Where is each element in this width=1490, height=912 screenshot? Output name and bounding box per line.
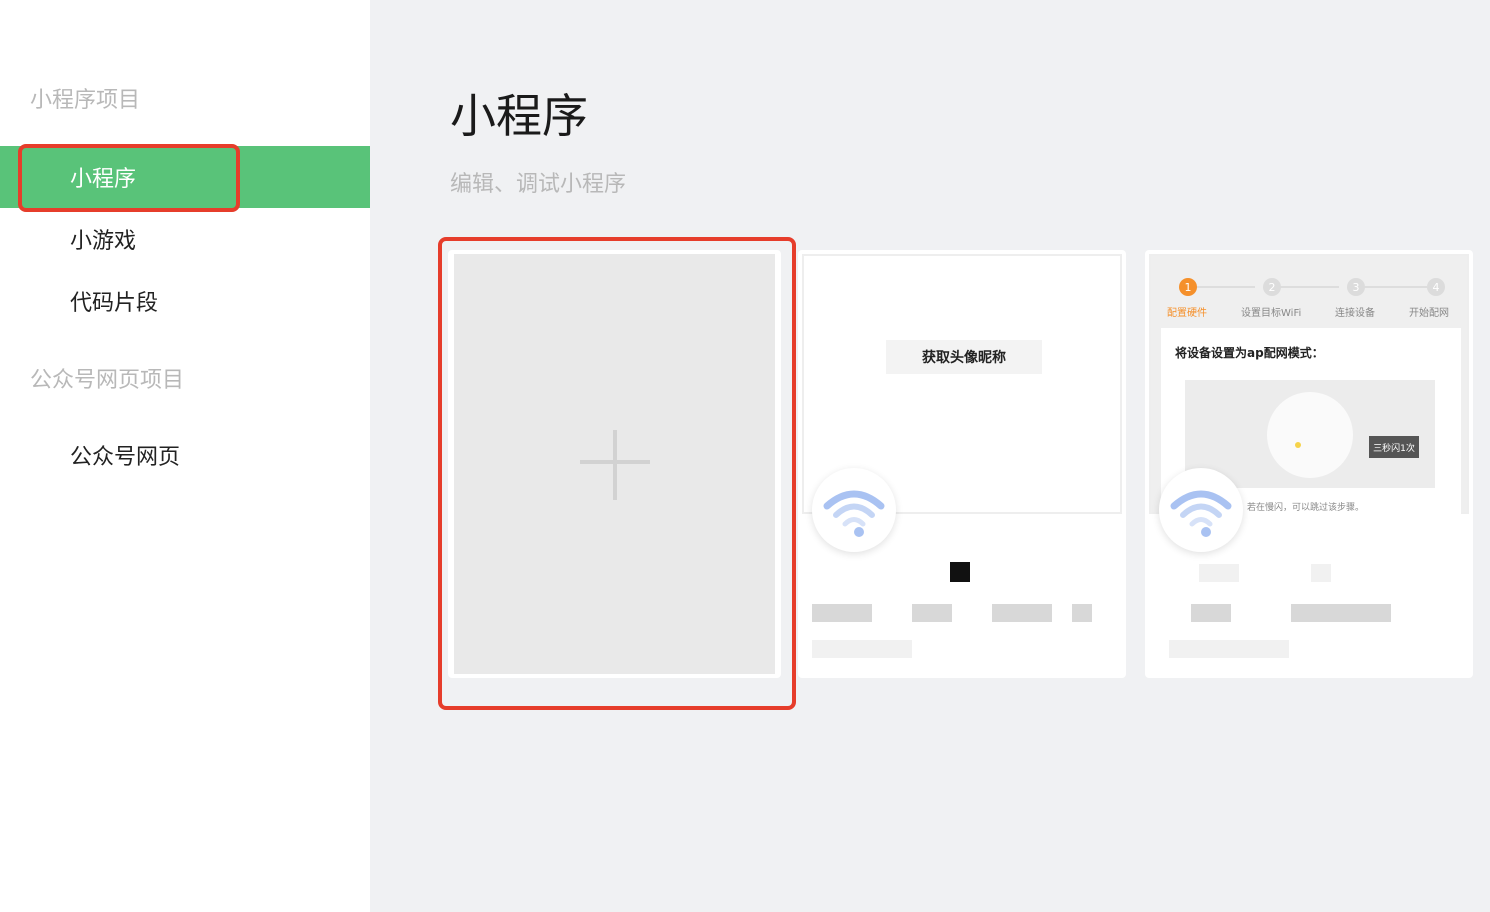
section-title-miniprogram: 小程序项目 (30, 88, 141, 113)
sidebar-item-label: 小程序 (70, 167, 137, 192)
blurred-description (1291, 604, 1391, 622)
blurred-title (950, 562, 970, 582)
blurred-description (812, 604, 872, 622)
led-indicator (1295, 442, 1301, 448)
device-icon (1267, 392, 1353, 478)
step-label-2: 设置目标WiFi (1241, 308, 1302, 319)
step-indicator: 1 2 3 4 配置硬件 设置目标WiFi 连接设备 开始配网 (1167, 276, 1451, 319)
blurred-description (992, 604, 1052, 622)
step-circle-4: 4 (1427, 278, 1445, 296)
section-title-official-account: 公众号网页项目 (30, 368, 185, 393)
blurred-description (812, 640, 912, 658)
page-title: 小程序 (450, 89, 588, 143)
template-card-avatar[interactable]: 获取头像昵称 (798, 250, 1126, 678)
step-circle-3: 3 (1347, 278, 1365, 296)
sidebar-item-minigame[interactable]: 小游戏 (0, 208, 370, 270)
create-project-card[interactable] (448, 250, 781, 678)
step-circle-1: 1 (1179, 278, 1197, 296)
blurred-description (1191, 604, 1231, 622)
blurred-title (1311, 564, 1331, 582)
plus-icon-vertical (613, 430, 617, 500)
blurred-description (912, 604, 952, 622)
blurred-title (1199, 564, 1239, 582)
step-circle-2: 2 (1263, 278, 1281, 296)
sidebar-item-miniprogram[interactable]: 小程序 (0, 146, 370, 208)
preview-heading: 将设备设置为ap配网模式： (1175, 346, 1324, 360)
sidebar-item-label: 公众号网页 (70, 445, 181, 470)
wifi-logo-icon (812, 468, 896, 552)
step-label-3: 连接设备 (1335, 308, 1375, 319)
blurred-description (1072, 604, 1092, 622)
blink-tag: 三秒闪1次 (1369, 436, 1419, 458)
preview-button-label: 获取头像昵称 (886, 340, 1042, 374)
page-subtitle: 编辑、调试小程序 (450, 172, 627, 197)
sidebar-item-label: 代码片段 (70, 291, 159, 316)
sidebar-item-official-web[interactable]: 公众号网页 (0, 424, 370, 486)
step-label-1: 配置硬件 (1167, 308, 1207, 319)
step-label-4: 开始配网 (1409, 308, 1449, 319)
wifi-logo-icon (1159, 468, 1243, 552)
sidebar: 小程序项目 小程序 小游戏 代码片段 公众号网页项目 公众号网页 (0, 0, 370, 912)
preview-note: 若在慢闪，可以跳过该步骤。 (1247, 503, 1365, 513)
sidebar-item-label: 小游戏 (70, 229, 137, 254)
sidebar-item-code-snippet[interactable]: 代码片段 (0, 270, 370, 332)
template-card-wifi-config[interactable]: 1 2 3 4 配置硬件 设置目标WiFi 连接设备 开始配网 将设备设置为ap… (1145, 250, 1473, 678)
create-project-area[interactable] (454, 254, 775, 674)
blurred-description (1169, 640, 1289, 658)
device-illustration: 三秒闪1次 (1185, 380, 1435, 488)
